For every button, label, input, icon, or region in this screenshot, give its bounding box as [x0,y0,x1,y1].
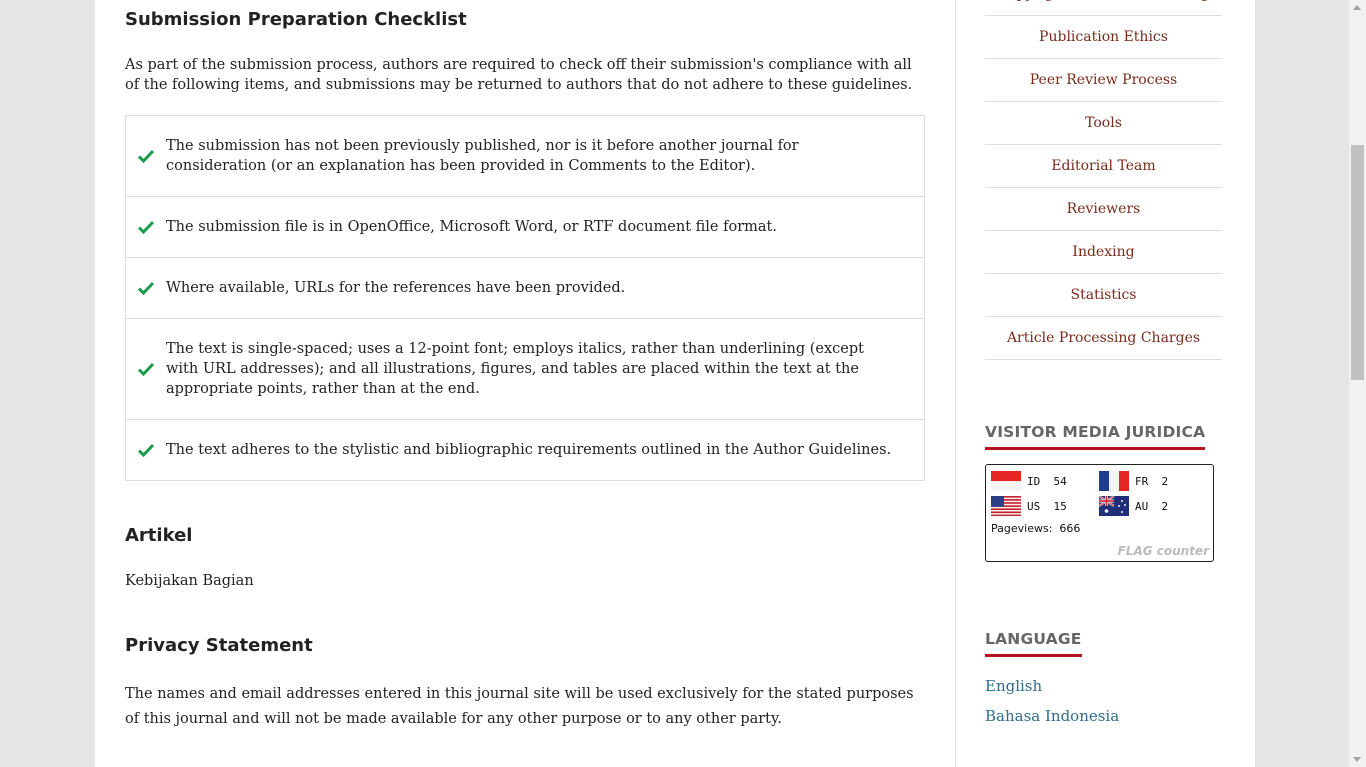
checklist-item: The submission has not been previously p… [126,116,924,196]
checkmark-icon [138,149,154,163]
flag-entry: US 15 [991,496,1067,516]
checklist-item: The text adheres to the stylistic and bi… [126,419,924,480]
sidebar-item-reviewers[interactable]: Reviewers [985,188,1222,231]
checklist-item: The text is single-spaced; uses a 12-poi… [126,318,924,419]
sidebar-item-tools[interactable]: Tools [985,102,1222,145]
checkmark-icon [138,281,154,295]
submission-checklist: The submission has not been previously p… [125,115,925,481]
language-block-title: LANGUAGE [985,630,1082,657]
privacy-text: The names and email addresses entered in… [125,686,914,727]
pageviews-value: 666 [1059,522,1081,535]
indonesia-flag-icon [991,471,1021,491]
scroll-down-arrow-icon[interactable] [1353,757,1361,762]
pageviews-label: Pageviews: [991,522,1053,535]
sidebar-nav: Copyright Notice & Licensing Publication… [985,0,1222,360]
artikel-title: Artikel [125,525,193,546]
checklist-item-text: The submission has not been previously p… [166,138,799,174]
sidebar-divider [955,0,956,767]
checklist-item: The submission file is in OpenOffice, Mi… [126,196,924,257]
flag-count: 2 [1161,499,1169,513]
flag-count: 2 [1161,474,1169,488]
page: Submission Preparation Checklist As part… [95,0,1255,767]
flag-code: US [1027,499,1041,513]
flag-code: FR [1135,474,1149,488]
checklist-item: Where available, URLs for the references… [126,257,924,318]
language-indonesia-link[interactable]: Bahasa Indonesia [985,707,1119,725]
scroll-thumb[interactable] [1351,145,1364,380]
france-flag-icon [1099,471,1129,491]
vertical-scrollbar[interactable] [1349,0,1366,767]
flag-code: ID [1027,474,1041,488]
flag-entry: AU 2 [1099,496,1168,516]
flag-code: AU [1135,499,1149,513]
privacy-title: Privacy Statement [125,635,313,656]
visitor-block-title: VISITOR MEDIA JURIDICA [985,423,1206,450]
checklist-item-text: Where available, URLs for the references… [166,280,626,296]
australia-flag-icon [1099,496,1129,516]
flag-count: 15 [1053,499,1067,513]
flag-count: 54 [1053,474,1067,488]
scroll-up-arrow-icon[interactable] [1353,5,1361,10]
sidebar-item-editorial-team[interactable]: Editorial Team [985,145,1222,188]
sidebar-item-statistics[interactable]: Statistics [985,274,1222,317]
checklist-item-text: The text is single-spaced; uses a 12-poi… [166,341,864,397]
sidebar-item-indexing[interactable]: Indexing [985,231,1222,274]
checkmark-icon [138,443,154,457]
flag-counter-logo-text: FLAG counter [1115,544,1211,558]
checklist-intro: As part of the submission process, autho… [125,57,913,93]
sidebar-item-copyright[interactable]: Copyright Notice & Licensing [985,0,1222,16]
flag-counter-logo: FLAG counter [1115,543,1211,559]
language-english-link[interactable]: English [985,677,1042,695]
sidebar-item-apc[interactable]: Article Processing Charges [985,317,1222,360]
checkmark-icon [138,362,154,376]
checklist-item-text: The text adheres to the stylistic and bi… [166,442,892,458]
sidebar-item-publication-ethics[interactable]: Publication Ethics [985,16,1222,59]
artikel-policy-text: Kebijakan Bagian [125,573,254,589]
checklist-title: Submission Preparation Checklist [125,9,467,30]
usa-flag-icon [991,496,1021,516]
sidebar-item-peer-review[interactable]: Peer Review Process [985,59,1222,102]
checkmark-icon [138,220,154,234]
flag-counter-widget[interactable]: ID 54 FR 2 US 15 AU 2 Pageviews: 666 FLA… [985,464,1214,562]
checklist-item-text: The submission file is in OpenOffice, Mi… [166,219,777,235]
flag-entry: FR 2 [1099,471,1168,491]
pageviews: Pageviews: 666 [991,522,1080,535]
flag-entry: ID 54 [991,471,1067,491]
